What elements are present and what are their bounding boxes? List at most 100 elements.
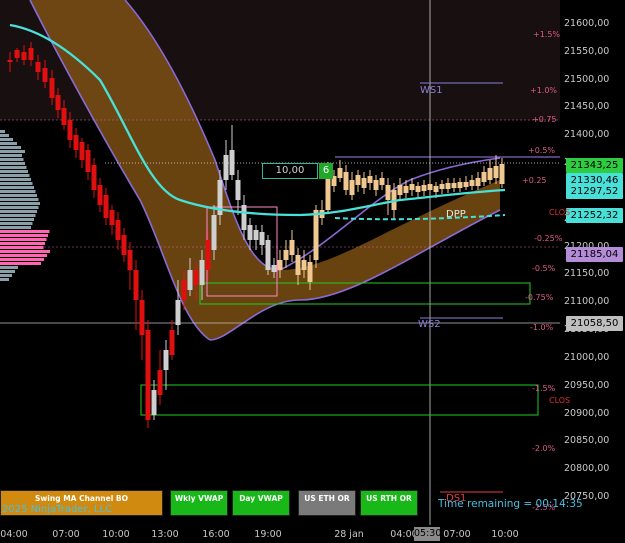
time-remaining: Time remaining = 00:14:35 bbox=[438, 498, 583, 510]
volume-profile-bar bbox=[0, 150, 25, 153]
candle-body bbox=[247, 225, 253, 240]
time-axis-label: 10:00 bbox=[102, 529, 130, 540]
volume-profile-bar bbox=[0, 138, 13, 141]
candle-body bbox=[193, 270, 199, 285]
candle-body bbox=[421, 185, 427, 191]
volume-profile-bar bbox=[0, 194, 37, 197]
volume-profile-bar bbox=[0, 270, 15, 273]
candle-body bbox=[349, 180, 355, 195]
price-tag: 21185,04 bbox=[566, 247, 623, 262]
candle-body bbox=[223, 155, 229, 180]
percent-level-label: -1.0% bbox=[530, 323, 554, 332]
volume-profile-bar bbox=[0, 234, 48, 237]
candle-body bbox=[463, 182, 469, 187]
order-qty-box[interactable]: 6 bbox=[319, 163, 333, 179]
candle-body bbox=[355, 175, 361, 185]
indicator-button[interactable]: Wkly VWAP bbox=[170, 490, 228, 516]
volume-profile-bar bbox=[0, 274, 12, 277]
volume-profile-bar bbox=[0, 162, 25, 165]
crosshair-time: 05:30 bbox=[414, 528, 442, 539]
candle-body bbox=[469, 180, 475, 186]
price-axis-label: 21450,00 bbox=[564, 101, 610, 113]
candle-body bbox=[475, 178, 481, 186]
candle-body bbox=[241, 205, 247, 230]
volume-profile-bar bbox=[0, 154, 22, 157]
candle-body bbox=[409, 184, 415, 190]
candle-body bbox=[61, 108, 67, 125]
candle-body bbox=[229, 150, 235, 175]
price-axis-label: 21600,00 bbox=[564, 18, 610, 29]
candle-body bbox=[451, 183, 457, 188]
volume-profile-bar bbox=[0, 170, 28, 173]
candle-body bbox=[301, 260, 307, 270]
candle-body bbox=[433, 186, 439, 192]
volume-profile-bar bbox=[0, 174, 30, 177]
candle-body bbox=[79, 142, 85, 160]
indicator-button[interactable]: US ETH OR bbox=[298, 490, 356, 516]
candle-body bbox=[427, 184, 433, 190]
candle-body bbox=[259, 232, 265, 245]
volume-profile-bar bbox=[0, 210, 37, 213]
candle-body bbox=[139, 300, 145, 335]
price-tag: 21343,25 bbox=[566, 158, 623, 173]
percent-level-label: +1.0% bbox=[530, 86, 558, 95]
time-axis-label: 10:00 bbox=[491, 529, 519, 540]
indicator-button[interactable]: US RTH OR bbox=[360, 490, 418, 516]
candle-body bbox=[103, 195, 109, 218]
indicator-button[interactable]: Day VWAP bbox=[232, 490, 290, 516]
candle-body bbox=[385, 185, 391, 200]
candle-body bbox=[42, 68, 48, 82]
candle-body bbox=[493, 166, 499, 178]
volume-profile-bar bbox=[0, 134, 9, 137]
candle-body bbox=[163, 350, 169, 370]
percent-level-label: +0.75 bbox=[532, 115, 557, 124]
candle-body bbox=[187, 270, 193, 290]
volume-profile-bar bbox=[0, 186, 34, 189]
time-axis-label: 19:00 bbox=[254, 529, 282, 540]
candle-body bbox=[91, 165, 97, 190]
volume-profile-bar bbox=[0, 182, 33, 185]
candle-body bbox=[205, 240, 211, 270]
us-or-box-2 bbox=[140, 384, 539, 416]
dpp-label: DPP bbox=[446, 209, 466, 220]
candle-body bbox=[403, 186, 409, 193]
ws1-label: WS1 bbox=[420, 85, 443, 96]
percent-level-label: -2.0% bbox=[532, 444, 556, 453]
time-axis-label: 16:00 bbox=[202, 529, 230, 540]
volume-profile-bar bbox=[0, 238, 47, 241]
candle-body bbox=[85, 150, 91, 172]
price-axis-label: 21150,00 bbox=[564, 268, 610, 280]
volume-profile-bar bbox=[0, 130, 5, 133]
percent-level-label: +0.5% bbox=[528, 146, 556, 155]
order-price-box[interactable]: 10,00 bbox=[262, 163, 318, 179]
price-tag: 21252,32 bbox=[566, 208, 623, 223]
candle-body bbox=[181, 280, 187, 300]
volume-profile-bar bbox=[0, 214, 36, 217]
percent-level-label: +0.25 bbox=[522, 176, 547, 185]
candle-body bbox=[157, 370, 163, 395]
candle-body bbox=[55, 95, 61, 110]
price-axis-label: 20900,00 bbox=[564, 407, 610, 419]
candle-body bbox=[235, 180, 241, 200]
order-price: 10,00 bbox=[275, 165, 305, 176]
candle-body bbox=[367, 176, 373, 183]
candle-body bbox=[313, 210, 319, 260]
volume-profile-bar bbox=[0, 218, 34, 221]
price-tag: 21297,52 bbox=[566, 184, 623, 199]
volume-profile-bar bbox=[0, 206, 39, 209]
time-axis-label: 07:00 bbox=[443, 529, 471, 540]
candle-body bbox=[73, 135, 79, 150]
candle-body bbox=[253, 230, 259, 240]
candle-body bbox=[499, 164, 505, 184]
candle-body bbox=[14, 50, 20, 58]
volume-profile-bar bbox=[0, 202, 40, 205]
volume-profile-bar bbox=[0, 142, 17, 145]
volume-profile-bar bbox=[0, 242, 45, 245]
candle-body bbox=[361, 178, 367, 188]
price-axis-label: 20800,00 bbox=[564, 463, 610, 475]
price-axis-label: 21400,00 bbox=[564, 129, 610, 141]
volume-profile-bar bbox=[0, 166, 27, 169]
price-axis-label: 20950,00 bbox=[564, 379, 610, 391]
time-axis-label: 07:00 bbox=[52, 529, 80, 540]
candle-body bbox=[28, 48, 34, 60]
